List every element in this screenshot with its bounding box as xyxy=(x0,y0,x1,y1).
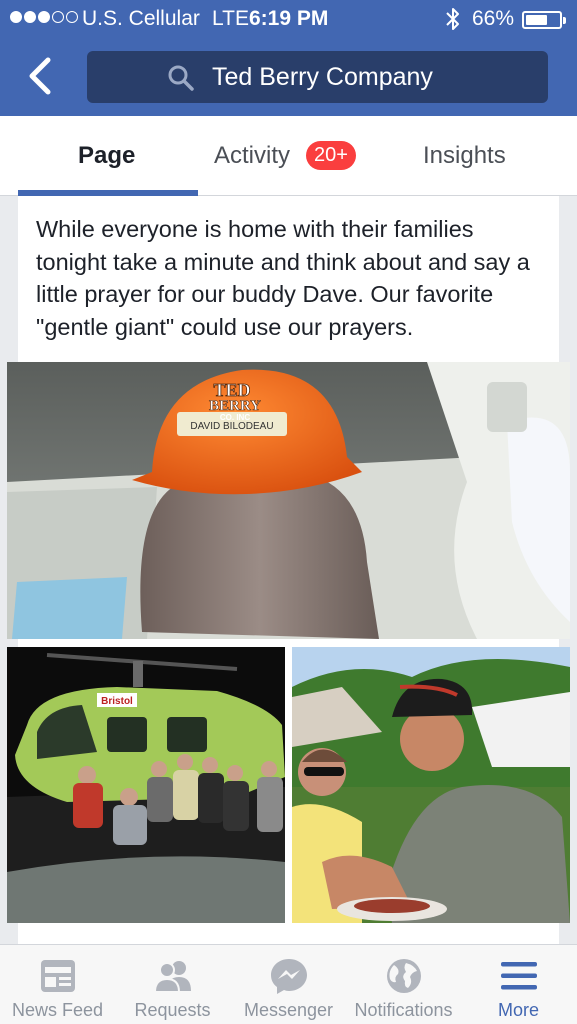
header: U.S. Cellular LTE 6:19 PM 66% Ted Berry … xyxy=(0,0,577,116)
hardhat-logo-line2: BERRY xyxy=(209,398,261,414)
tab-insights-label: Insights xyxy=(423,142,506,169)
friend-requests-icon xyxy=(153,961,191,993)
nav-requests[interactable]: Requests xyxy=(115,945,230,1024)
post-photo-helicopter[interactable]: Bristol xyxy=(7,647,285,923)
hardhat-logo-line1: TED xyxy=(213,380,250,400)
search-icon xyxy=(168,65,194,91)
bottom-tab-bar: News Feed Requests Messenger Notificatio… xyxy=(0,944,577,1024)
post-text: While everyone is home with their famili… xyxy=(36,216,530,340)
post-photo-outdoor[interactable] xyxy=(292,647,570,923)
post-photo-main[interactable]: TED BERRY CO. INC DAVID BILODEAU xyxy=(7,362,570,639)
nav-news-feed[interactable]: News Feed xyxy=(0,945,115,1024)
hamburger-menu-icon xyxy=(501,962,537,990)
nav-notifications[interactable]: Notifications xyxy=(346,945,461,1024)
search-query: Ted Berry Company xyxy=(212,63,433,91)
nav-requests-label: Requests xyxy=(134,1000,211,1020)
news-feed-icon xyxy=(41,960,75,992)
nav-news-feed-label: News Feed xyxy=(11,1000,104,1020)
nav-messenger-label: Messenger xyxy=(243,1000,334,1020)
hardhat-name-tag: DAVID BILODEAU xyxy=(190,421,273,432)
outdoor-meal-photo xyxy=(292,647,570,923)
nav-notifications-label: Notifications xyxy=(354,1000,453,1020)
tab-page[interactable]: Page xyxy=(18,116,198,196)
tab-insights[interactable]: Insights xyxy=(388,116,577,196)
nav-more[interactable]: More xyxy=(461,945,576,1024)
status-bar: U.S. Cellular LTE 6:19 PM 66% xyxy=(0,0,577,38)
post-card: While everyone is home with their famili… xyxy=(7,196,570,944)
nav-more-label: More xyxy=(497,1000,539,1020)
tab-activity-label: Activity xyxy=(214,142,291,169)
battery-percentage: 66% xyxy=(472,7,515,30)
signal-strength-icon xyxy=(10,11,78,23)
helicopter-logo: Bristol xyxy=(101,696,133,707)
clock: 6:19 PM xyxy=(249,7,329,30)
search-bar[interactable]: Ted Berry Company xyxy=(87,51,548,103)
globe-icon xyxy=(387,959,421,993)
helicopter-group-photo: Bristol xyxy=(7,647,285,923)
bluetooth-icon xyxy=(446,8,459,30)
tab-page-label: Page xyxy=(78,142,136,169)
carrier-name: U.S. Cellular xyxy=(82,7,200,30)
battery-icon xyxy=(522,11,566,29)
page-tabs: Page Activity 20+ Insights xyxy=(0,116,577,196)
nav-messenger[interactable]: Messenger xyxy=(231,945,346,1024)
tab-activity[interactable]: Activity 20+ xyxy=(198,116,388,196)
back-arrow-icon[interactable] xyxy=(22,54,58,98)
messenger-icon xyxy=(271,959,307,994)
network-type: LTE xyxy=(212,7,249,30)
activity-count-badge: 20+ xyxy=(306,141,356,170)
hardhat-finger-photo: TED BERRY CO. INC DAVID BILODEAU xyxy=(7,362,570,639)
